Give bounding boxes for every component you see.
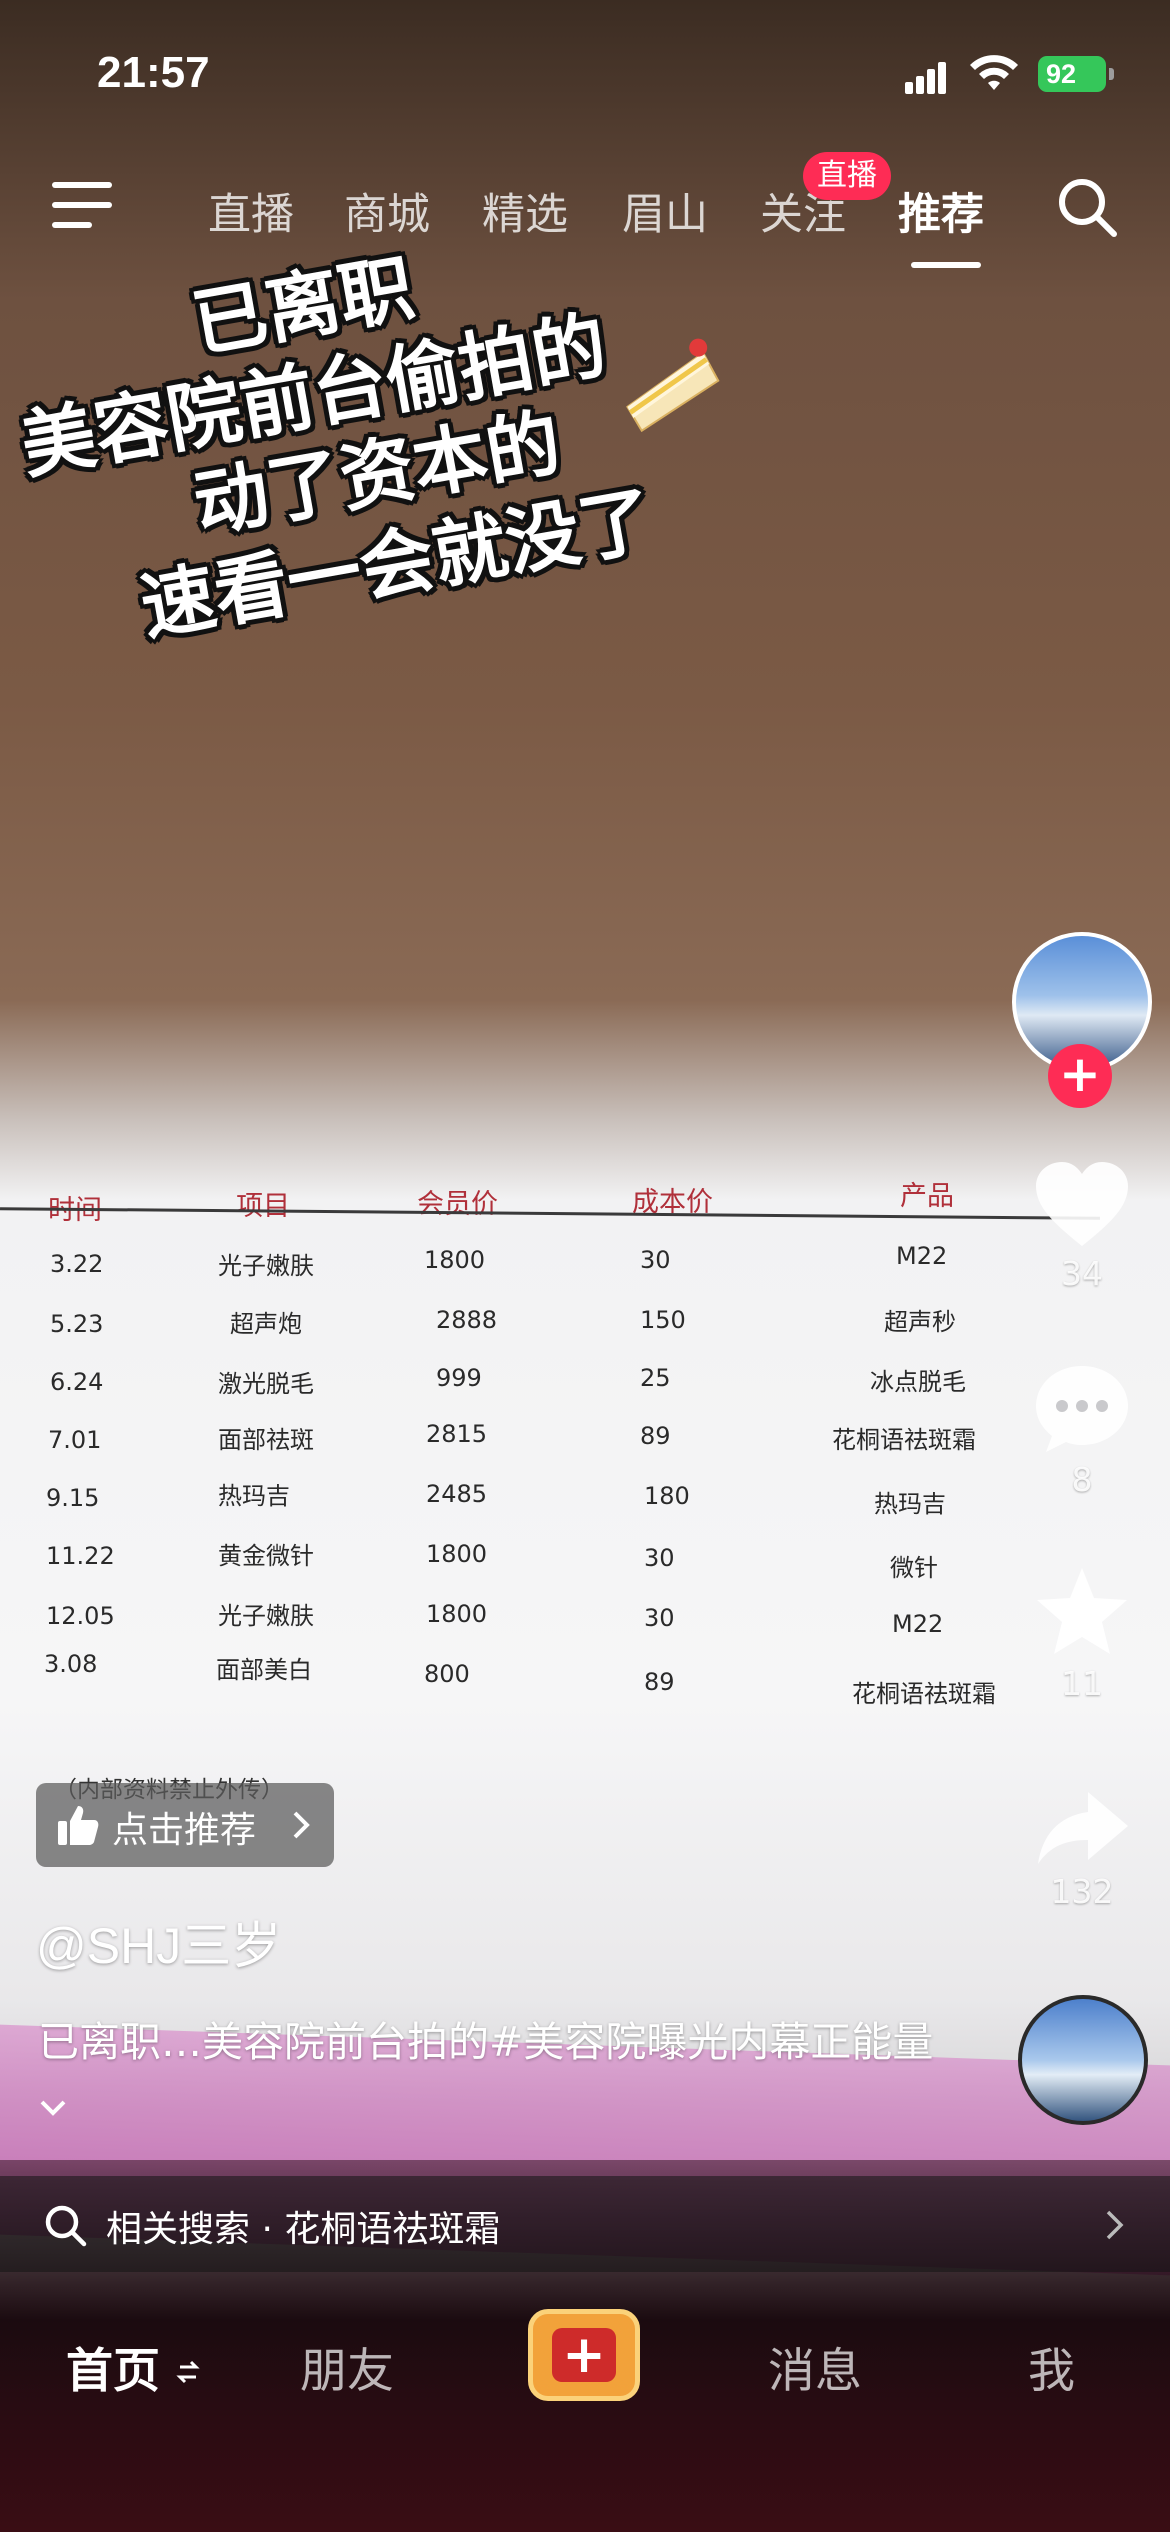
menu-icon[interactable] (52, 182, 112, 228)
cell-cost-price: 30 (640, 1246, 671, 1274)
chevron-right-icon (1106, 2210, 1124, 2240)
related-search-bar[interactable]: 相关搜索 · 花桐语祛斑霜 (0, 2176, 1170, 2272)
cell-item: 黄金微针 (218, 1542, 314, 1570)
cell-item: 面部祛斑 (218, 1426, 314, 1454)
music-disc[interactable] (1018, 1995, 1148, 2125)
cake-icon (626, 338, 720, 433)
cell-item: 热玛吉 (218, 1482, 290, 1510)
recommend-button[interactable]: 点击推荐 (36, 1783, 334, 1867)
signal-icon (905, 62, 947, 94)
cell-product: M22 (892, 1610, 944, 1638)
bottom-tab-bar: 首页 朋友 + 消息 我 (0, 2280, 1170, 2532)
tab-home-label: 首页 (66, 2344, 160, 2399)
cell-time: 5.23 (50, 1310, 104, 1338)
thumbs-up-icon (58, 1806, 99, 1845)
header-member-price: 会员价 (417, 1189, 498, 1220)
cell-cost-price: 30 (644, 1604, 675, 1632)
follow-button[interactable]: + (1048, 1044, 1112, 1108)
cell-item: 超声炮 (230, 1310, 302, 1338)
comment-icon (1036, 1366, 1128, 1452)
star-icon (1037, 1568, 1127, 1654)
video-description[interactable]: 已离职…美容院前台拍的#美容院曝光内幕正能量 (38, 2010, 938, 2138)
cell-cost-price: 150 (640, 1306, 686, 1334)
recommend-label: 点击推荐 (112, 1810, 257, 1851)
share-count: 132 (1050, 1872, 1114, 1911)
cell-member-price: 2815 (426, 1420, 488, 1448)
cell-member-price: 2888 (436, 1306, 498, 1334)
switch-icon (176, 2360, 200, 2384)
search-icon (45, 2205, 87, 2247)
comment-count: 8 (1071, 1460, 1093, 1499)
cell-cost-price: 30 (644, 1544, 675, 1572)
cell-product: 花桐语祛斑霜 (832, 1426, 976, 1454)
price-sheet: 时间 项目 会员价 成本价 产品 3.22 光子嫩肤 1800 30 M22 5… (0, 1150, 1170, 1770)
cell-member-price: 2485 (426, 1480, 488, 1508)
status-bar: 21:57 92 (0, 48, 1170, 108)
chevron-right-icon (293, 1811, 310, 1839)
description-text: 已离职…美容院前台拍的#美容院曝光内幕正能量 (38, 2018, 934, 2066)
cell-item: 激光脱毛 (218, 1370, 314, 1398)
cell-cost-price: 89 (644, 1668, 675, 1696)
plus-icon: + (552, 2328, 616, 2382)
heart-icon (1036, 1162, 1128, 1246)
cell-time: 12.05 (46, 1602, 115, 1630)
create-button[interactable]: + (528, 2309, 640, 2401)
cell-member-price: 999 (436, 1364, 482, 1392)
cell-time: 9.15 (46, 1484, 100, 1512)
cell-product: 冰点脱毛 (870, 1368, 966, 1396)
favorite-count: 11 (1061, 1664, 1103, 1703)
related-search-text: 相关搜索 · 花桐语祛斑霜 (106, 2209, 501, 2250)
cell-time: 3.08 (44, 1650, 98, 1678)
cell-member-price: 1800 (424, 1246, 486, 1274)
cell-time: 7.01 (48, 1426, 102, 1454)
cell-item: 面部美白 (216, 1656, 312, 1684)
tab-home[interactable]: 首页 (66, 2332, 200, 2401)
favorite-button[interactable]: 11 (1032, 1564, 1132, 1703)
cell-time: 11.22 (46, 1542, 115, 1570)
cell-member-price: 1800 (426, 1600, 488, 1628)
author-name[interactable]: @SHJ三岁 (36, 1906, 281, 1978)
wifi-icon (970, 55, 1018, 90)
cell-cost-price: 180 (644, 1482, 690, 1510)
comment-button[interactable]: 8 (1032, 1360, 1132, 1499)
cell-cost-price: 25 (640, 1364, 671, 1392)
cell-member-price: 800 (424, 1660, 470, 1688)
cell-product: 微针 (890, 1554, 938, 1582)
tab-me[interactable]: 我 (1028, 2332, 1075, 2401)
cell-product: M22 (896, 1242, 948, 1270)
tab-friends[interactable]: 朋友 (300, 2332, 394, 2401)
cell-item: 光子嫩肤 (218, 1602, 314, 1630)
like-button[interactable]: 34 (1032, 1160, 1132, 1293)
cell-product: 花桐语祛斑霜 (852, 1680, 996, 1708)
cell-product: 超声秒 (884, 1308, 956, 1336)
cell-item: 光子嫩肤 (218, 1252, 314, 1280)
share-icon (1038, 1792, 1128, 1864)
status-time: 21:57 (97, 48, 210, 97)
share-button[interactable]: 132 (1032, 1788, 1132, 1911)
cell-product: 热玛吉 (874, 1490, 946, 1518)
cell-member-price: 1800 (426, 1540, 488, 1568)
cell-time: 3.22 (50, 1250, 104, 1278)
cell-cost-price: 89 (640, 1422, 671, 1450)
like-count: 34 (1061, 1254, 1103, 1293)
tab-messages[interactable]: 消息 (768, 2332, 862, 2401)
battery-tip (1109, 68, 1114, 80)
cell-time: 6.24 (50, 1368, 104, 1396)
header-product: 产品 (900, 1181, 954, 1212)
header-item: 项目 (236, 1191, 290, 1222)
chevron-down-icon[interactable] (38, 2096, 68, 2120)
